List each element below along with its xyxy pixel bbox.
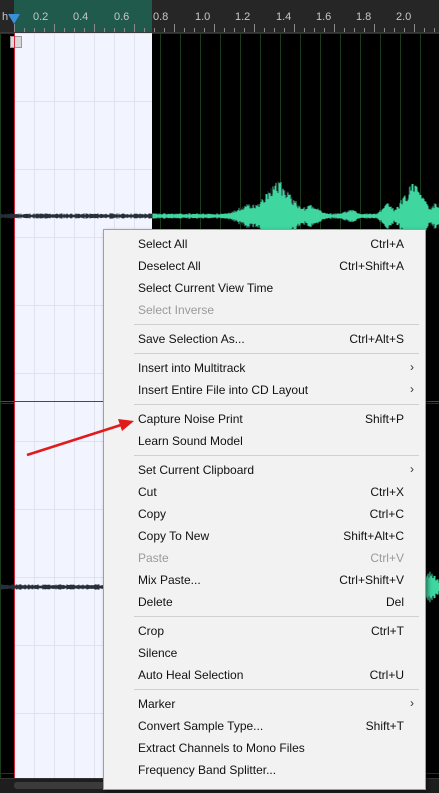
menu-item-label: Crop: [138, 624, 165, 638]
menu-item-shortcut: Ctrl+Alt+S: [349, 332, 404, 346]
menu-item-learn-sound-model[interactable]: Learn Sound Model: [105, 430, 424, 452]
menu-item-select-all[interactable]: Select All Ctrl+A: [105, 233, 424, 255]
menu-item-label: Frequency Band Splitter...: [138, 763, 277, 777]
menu-item-label: Set Current Clipboard: [138, 463, 255, 477]
menu-item-label: Select Current View Time: [138, 281, 274, 295]
menu-item-label: Delete: [138, 595, 173, 609]
menu-item-label: Mix Paste...: [138, 573, 201, 587]
menu-item-crop[interactable]: Crop Ctrl+T: [105, 620, 424, 642]
menu-item-label: Marker: [138, 697, 176, 711]
menu-item-deselect-all[interactable]: Deselect All Ctrl+Shift+A: [105, 255, 424, 277]
submenu-chevron-icon: ›: [410, 462, 414, 476]
menu-item-shortcut: Ctrl+T: [371, 624, 404, 638]
menu-item-delete[interactable]: Delete Del: [105, 591, 424, 613]
menu-item-shortcut: Ctrl+Shift+A: [339, 259, 404, 273]
menu-item-shortcut: Ctrl+V: [370, 551, 404, 565]
menu-separator: [134, 689, 419, 690]
menu-item-label: Auto Heal Selection: [138, 668, 244, 682]
menu-item-label: Convert Sample Type...: [138, 719, 264, 733]
menu-separator: [134, 404, 419, 405]
menu-separator: [134, 353, 419, 354]
menu-item-label: Copy To New: [138, 529, 210, 543]
menu-item-select-current-view-time[interactable]: Select Current View Time: [105, 277, 424, 299]
menu-item-silence[interactable]: Silence: [105, 642, 424, 664]
menu-item-shortcut: Shift+Alt+C: [343, 529, 404, 543]
menu-item-label: Insert into Multitrack: [138, 361, 246, 375]
menu-item-shortcut: Ctrl+C: [369, 507, 404, 521]
menu-item-copy-to-new[interactable]: Copy To New Shift+Alt+C: [105, 525, 424, 547]
menu-item-label: Capture Noise Print: [138, 412, 243, 426]
menu-item-label: Cut: [138, 485, 157, 499]
menu-item-label: Save Selection As...: [138, 332, 245, 346]
menu-item-auto-heal-selection[interactable]: Auto Heal Selection Ctrl+U: [105, 664, 424, 686]
submenu-chevron-icon: ›: [410, 696, 414, 710]
menu-item-label: Select Inverse: [138, 303, 215, 317]
menu-item-shortcut: Ctrl+U: [369, 668, 404, 682]
context-menu: Select All Ctrl+A Deselect All Ctrl+Shift+A…: [103, 229, 426, 790]
menu-item-insert-entire-file-into-cd-layout[interactable]: Insert Entire File into CD Layout ›: [105, 379, 424, 401]
menu-item-label: Copy: [138, 507, 167, 521]
menu-item-set-current-clipboard[interactable]: Set Current Clipboard ›: [105, 459, 424, 481]
menu-item-label: Insert Entire File into CD Layout: [138, 383, 309, 397]
menu-separator: [134, 455, 419, 456]
menu-item-shortcut: Ctrl+A: [370, 237, 404, 251]
menu-item-convert-sample-type[interactable]: Convert Sample Type... Shift+T: [105, 715, 424, 737]
menu-item-shortcut: Shift+P: [364, 412, 404, 426]
menu-item-cut[interactable]: Cut Ctrl+X: [105, 481, 424, 503]
menu-item-marker[interactable]: Marker ›: [105, 693, 424, 715]
menu-item-save-selection-as[interactable]: Save Selection As... Ctrl+Alt+S: [105, 328, 424, 350]
menu-item-label: Learn Sound Model: [138, 434, 243, 448]
menu-item-frequency-band-splitter[interactable]: Frequency Band Splitter...: [105, 759, 424, 781]
menu-item-label: Paste: [138, 551, 169, 565]
menu-item-insert-into-multitrack[interactable]: Insert into Multitrack ›: [105, 357, 424, 379]
menu-item-mix-paste[interactable]: Mix Paste... Ctrl+Shift+V: [105, 569, 424, 591]
menu-item-capture-noise-print[interactable]: Capture Noise Print Shift+P: [105, 408, 424, 430]
menu-item-select-inverse: Select Inverse: [105, 299, 424, 321]
menu-item-shortcut: Ctrl+X: [370, 485, 404, 499]
menu-item-label: Select All: [138, 237, 188, 251]
menu-item-label: Silence: [138, 646, 178, 660]
menu-item-label: Extract Channels to Mono Files: [138, 741, 305, 755]
menu-item-copy[interactable]: Copy Ctrl+C: [105, 503, 424, 525]
menu-item-extract-channels-to-mono-files[interactable]: Extract Channels to Mono Files: [105, 737, 424, 759]
menu-item-label: Deselect All: [138, 259, 201, 273]
submenu-chevron-icon: ›: [410, 360, 414, 374]
menu-separator: [134, 616, 419, 617]
menu-separator: [134, 324, 419, 325]
menu-item-shortcut: Ctrl+Shift+V: [339, 573, 404, 587]
menu-item-shortcut: Shift+T: [365, 719, 404, 733]
menu-item-shortcut: Del: [385, 595, 404, 609]
menu-item-paste: Paste Ctrl+V: [105, 547, 424, 569]
submenu-chevron-icon: ›: [410, 382, 414, 396]
